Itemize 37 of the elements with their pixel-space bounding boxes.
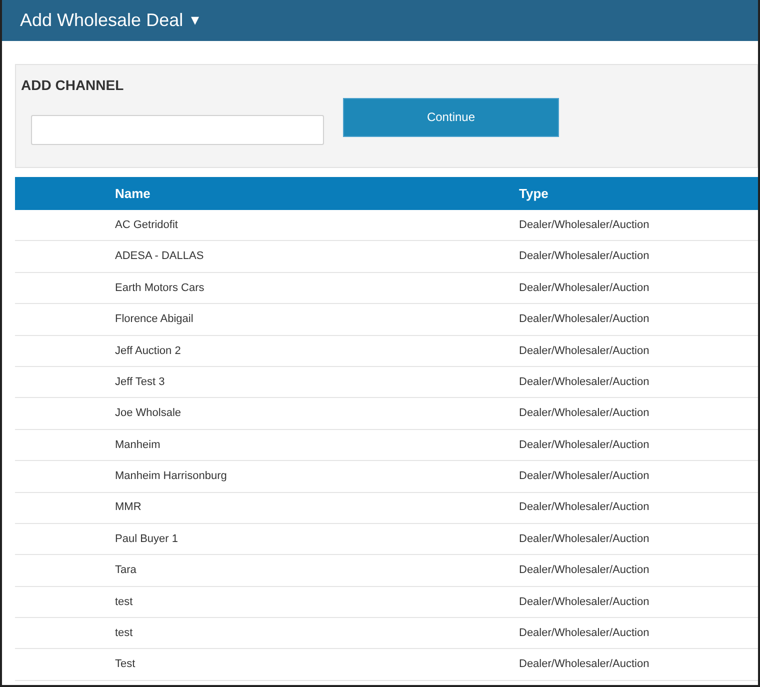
column-header: Type	[519, 186, 548, 201]
table-cell: Dealer/Wholesaler/Auction	[519, 438, 650, 451]
table-cell: Manheim Harrisonburg	[115, 470, 227, 482]
table-cell: Florence Abigail	[115, 313, 194, 326]
table-cell: Dealer/Wholesaler/Auction	[519, 313, 650, 326]
table-cell: Jeff Test 3	[115, 376, 165, 388]
table-cell: Dealer/Wholesaler/Auction	[519, 501, 650, 514]
table-cell: Dealer/Wholesaler/Auction	[519, 596, 650, 608]
table-cell: Paul Buyer 1	[115, 532, 178, 545]
table-cell: Dealer/Wholesaler/Auction	[519, 218, 650, 231]
table-cell: Dealer/Wholesaler/Auction	[519, 532, 650, 545]
table-cell: Test	[115, 658, 136, 670]
table-cell: Tara	[115, 564, 136, 576]
table-cell: Dealer/Wholesaler/Auction	[519, 376, 650, 388]
table-cell: ADESA - DALLAS	[115, 250, 204, 262]
page-title[interactable]: Add Wholesale Deal	[20, 7, 184, 34]
table-cell: Dealer/Wholesaler/Auction	[519, 407, 650, 420]
table-cell: Earth Motors Cars	[115, 282, 204, 294]
table-cell: test	[115, 627, 133, 640]
caret-icon[interactable]: ▾	[191, 12, 200, 28]
table-cell: test	[115, 596, 133, 608]
table-cell: Dealer/Wholesaler/Auction	[519, 470, 650, 482]
table-cell: MMR	[115, 501, 142, 514]
continue-button[interactable]: Continue	[343, 98, 559, 137]
table-cell: AC Getridofit	[115, 218, 178, 231]
table-cell: Dealer/Wholesaler/Auction	[519, 282, 650, 294]
table-cell: Dealer/Wholesaler/Auction	[519, 658, 650, 670]
table-cell: Dealer/Wholesaler/Auction	[519, 627, 650, 640]
table-cell: Dealer/Wholesaler/Auction	[519, 250, 650, 262]
column-header: Name	[115, 186, 150, 201]
table-cell: Joe Wholsale	[115, 407, 182, 420]
panel-title: ADD CHANNEL	[21, 77, 125, 94]
table-cell: Dealer/Wholesaler/Auction	[519, 344, 650, 356]
table-cell: Jeff Auction 2	[115, 344, 181, 356]
input-field[interactable]	[31, 114, 324, 145]
table-cell: Dealer/Wholesaler/Auction	[519, 564, 650, 576]
table-cell: Manheim	[115, 438, 160, 451]
